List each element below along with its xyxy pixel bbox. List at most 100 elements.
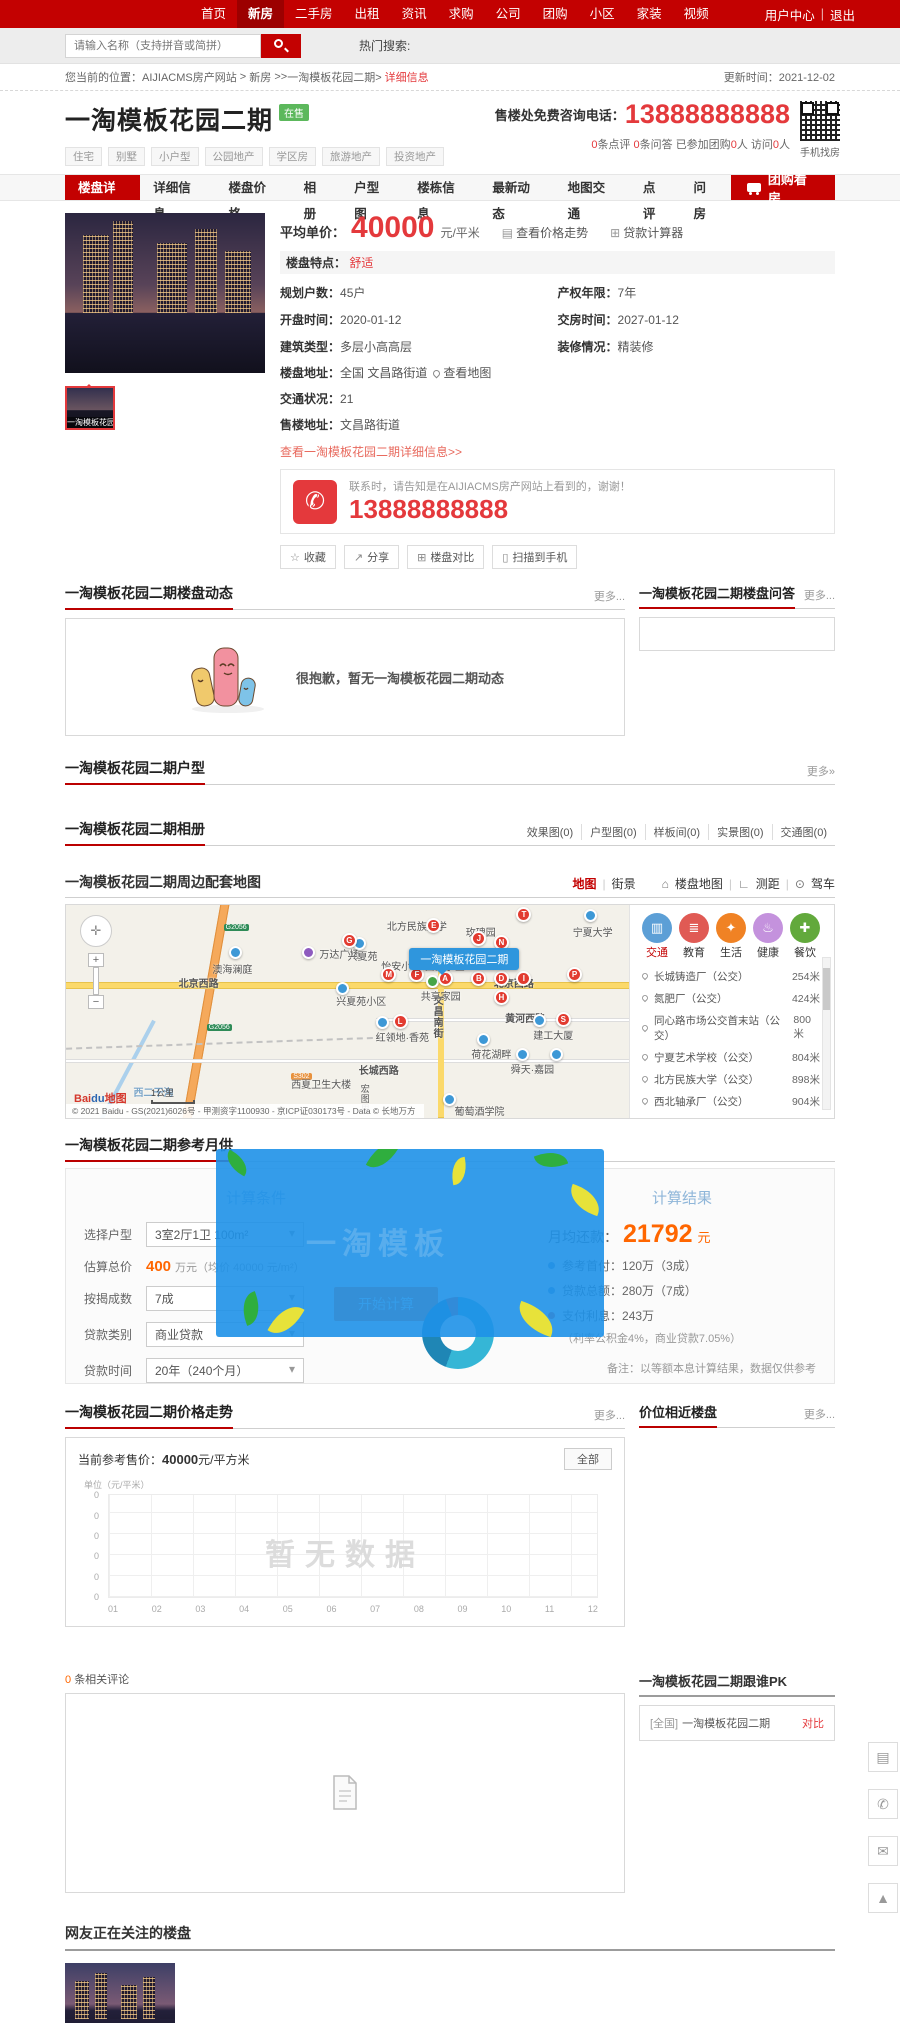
poi-row[interactable]: 西北轴承厂（公交）904米 — [642, 1090, 820, 1112]
poi-pin[interactable]: J — [471, 931, 486, 946]
logout-link[interactable]: 退出 — [830, 5, 855, 24]
flash-ad-overlay[interactable]: 一淘模板 — [216, 1149, 604, 1337]
poi-row[interactable]: 氮肥厂（公交）424米 — [642, 987, 820, 1009]
poi-pin[interactable]: G — [342, 933, 357, 948]
group-buy-button[interactable]: 团购看房 — [731, 175, 835, 200]
poi-row[interactable]: 同心路市场东（公交）965米 — [642, 1112, 820, 1119]
street-mode-button[interactable]: 街景 — [612, 875, 636, 892]
breadcrumb-site[interactable]: AIJIACMS房产网站 — [142, 69, 237, 85]
poi-pin[interactable]: L — [393, 1014, 408, 1029]
search-input[interactable] — [65, 34, 261, 58]
price-trend-link[interactable]: ▤查看价格走势 — [502, 224, 588, 241]
map-mode-button[interactable]: 地图 — [572, 875, 596, 892]
poi-scrollbar[interactable] — [822, 957, 831, 1110]
nav-new-house[interactable]: 新房 — [237, 0, 284, 28]
news-tool-button[interactable]: ▤ — [868, 1742, 898, 1772]
tab-price[interactable]: 楼盘价格 — [215, 175, 290, 200]
tab-review[interactable]: 点评 — [630, 175, 681, 200]
review-label[interactable]: 条点评 — [597, 139, 630, 151]
album-link-render[interactable]: 效果图(0) — [519, 824, 582, 840]
poi-pin[interactable]: H — [494, 990, 509, 1005]
estate-map-button[interactable]: 楼盘地图 — [675, 875, 723, 892]
baidu-map-canvas[interactable]: G2056 G2056 S302 北京西路 北京西路 长城西路 黄河西路 文昌南… — [66, 905, 629, 1118]
poi-pin[interactable]: T — [516, 907, 531, 922]
nav-decoration[interactable]: 家装 — [626, 0, 673, 28]
poi-row[interactable]: 北方民族大学（公交）898米 — [642, 1068, 820, 1090]
bus-stop-marker[interactable] — [443, 1093, 456, 1106]
tag[interactable]: 投资地产 — [386, 147, 444, 166]
poi-pin[interactable]: S — [556, 1012, 571, 1027]
bus-stop-marker[interactable] — [550, 1048, 563, 1061]
share-button[interactable]: ↗分享 — [344, 545, 399, 569]
poi-row[interactable]: 宁夏艺术学校（公交）804米 — [642, 1046, 820, 1068]
tab-album[interactable]: 相册 — [291, 175, 342, 200]
tag[interactable]: 学区房 — [269, 147, 317, 166]
tab-info[interactable]: 详细信息 — [140, 175, 215, 200]
floorplan-more-link[interactable]: 更多» — [807, 763, 835, 784]
zoom-in-button[interactable]: + — [88, 953, 104, 967]
measure-button[interactable]: 测距 — [756, 875, 780, 892]
tab-ask[interactable]: 问房 — [680, 175, 731, 200]
similar-more-link[interactable]: 更多... — [804, 1406, 835, 1427]
watching-card[interactable]: 一淘模板花园二期 40000元/平米 — [65, 1963, 175, 2023]
back-to-top-button[interactable]: ▲ — [868, 1883, 898, 1913]
tag[interactable]: 小户型 — [151, 147, 199, 166]
tab-dynamics[interactable]: 最新动态 — [479, 175, 554, 200]
poi-row[interactable]: 长城铸造厂（公交）254米 — [642, 965, 820, 987]
compare-button[interactable]: ⊞楼盘对比 — [407, 545, 484, 569]
tab-detail[interactable]: 楼盘详情 — [65, 175, 140, 200]
nav-second-hand[interactable]: 二手房 — [284, 0, 344, 28]
qa-more-link[interactable]: 更多... — [804, 587, 835, 608]
nav-group-buy[interactable]: 团购 — [532, 0, 579, 28]
category-education[interactable]: ≣教育 — [679, 913, 709, 961]
bus-stop-marker[interactable] — [376, 1016, 389, 1029]
poi-row[interactable]: 同心路市场公交首末站（公交）800米 — [642, 1009, 820, 1046]
drive-button[interactable]: 驾车 — [811, 875, 835, 892]
album-link-traffic[interactable]: 交通图(0) — [773, 824, 835, 840]
category-life[interactable]: ✦生活 — [716, 913, 746, 961]
poi-pin[interactable]: M — [381, 967, 396, 982]
scan-to-phone-button[interactable]: ▯扫描到手机 — [492, 545, 577, 569]
bus-stop-marker[interactable] — [229, 946, 242, 959]
album-link-real[interactable]: 实景图(0) — [709, 824, 772, 840]
total-price-value[interactable]: 400 — [146, 1258, 171, 1275]
bus-stop-marker[interactable] — [584, 909, 597, 922]
mall-marker[interactable] — [302, 946, 315, 959]
view-detail-link[interactable]: 查看一淘模板花园二期详细信息>> — [280, 443, 835, 460]
pk-compare-button[interactable]: 对比 — [802, 1715, 824, 1731]
nav-company[interactable]: 公司 — [485, 0, 532, 28]
phone-tool-button[interactable]: ✆ — [868, 1789, 898, 1819]
tag[interactable]: 旅游地产 — [322, 147, 380, 166]
trend-more-link[interactable]: 更多... — [594, 1407, 625, 1428]
property-main-photo[interactable] — [65, 213, 265, 373]
nav-home[interactable]: 首页 — [190, 0, 237, 28]
breadcrumb-category[interactable]: 新房 — [249, 69, 271, 85]
all-filter-button[interactable]: 全部 — [564, 1448, 612, 1470]
tab-map[interactable]: 地图交通 — [555, 175, 630, 200]
view-map-link[interactable]: 查看地图 — [427, 366, 491, 380]
tag[interactable]: 住宅 — [65, 147, 102, 166]
album-link-floorplan[interactable]: 户型图(0) — [582, 824, 645, 840]
map-pan-control[interactable]: ✛ — [80, 915, 112, 947]
qa-label[interactable]: 条问答 — [640, 139, 673, 151]
nav-news[interactable]: 资讯 — [391, 0, 438, 28]
tag[interactable]: 公园地产 — [205, 147, 263, 166]
poi-pin[interactable]: P — [567, 967, 582, 982]
poi-pin[interactable]: D — [494, 971, 509, 986]
category-dining[interactable]: ✚餐饮 — [790, 913, 820, 961]
category-traffic[interactable]: ▥交通 — [642, 913, 672, 961]
dynamics-more-link[interactable]: 更多... — [594, 588, 625, 609]
search-button[interactable] — [261, 34, 301, 58]
nav-wanted[interactable]: 求购 — [438, 0, 485, 28]
bus-stop-marker[interactable] — [477, 1033, 490, 1046]
category-health[interactable]: ♨健康 — [753, 913, 783, 961]
tag[interactable]: 别墅 — [108, 147, 145, 166]
zoom-slider[interactable] — [93, 967, 99, 995]
nav-rent[interactable]: 出租 — [344, 0, 391, 28]
loan-calculator-link[interactable]: ⊞贷款计算器 — [610, 224, 683, 241]
pk-property-name[interactable]: 一淘模板花园二期 — [682, 1715, 770, 1731]
tab-floorplan[interactable]: 户型图 — [341, 175, 404, 200]
loan-term-select[interactable]: 20年（240个月）▾ — [146, 1358, 304, 1383]
photo-thumbnail[interactable]: 一淘模板花园二 — [65, 386, 115, 430]
zoom-out-button[interactable]: − — [88, 995, 104, 1009]
